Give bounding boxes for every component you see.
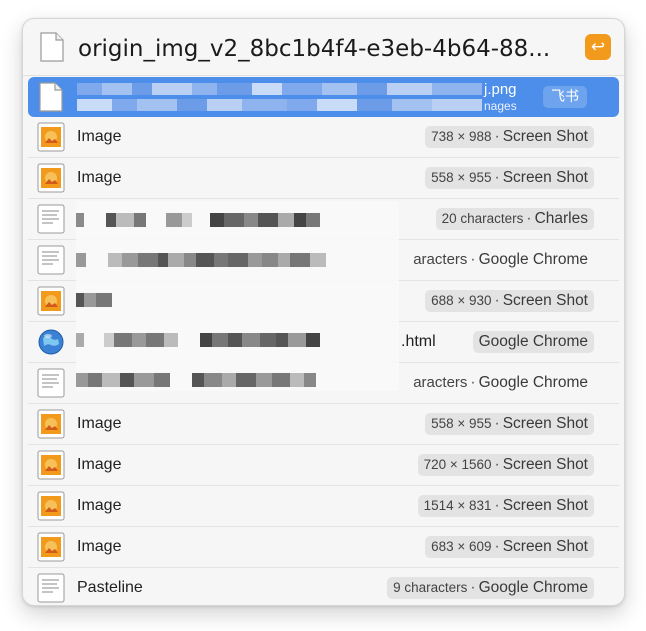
text-doc-icon [37,245,65,275]
globe-icon [37,327,65,357]
redacted-text [76,333,320,347]
redacted-text [76,253,326,267]
item-suffix: .html [401,333,436,350]
item-meta: 558 × 955 · Screen Shot [425,413,594,435]
redacted-text [77,99,482,111]
item-label: Image [77,456,122,473]
return-button[interactable]: ↩ [585,34,611,60]
item-meta: 688 × 930 · Screen Shot [425,290,594,312]
list-item[interactable]: Image 683 × 609 · Screen Shot [28,527,619,568]
item-meta: 1514 × 831 · Screen Shot [417,495,594,517]
item-meta: 683 × 609 · Screen Shot [425,536,594,558]
list-item-selected[interactable]: j.png nages 飞书 [28,77,619,117]
redacted-overlay [76,201,399,391]
clipboard-history-panel: origin_img_v2_8bc1b4f4-e3eb-4b64-88... ↩… [22,18,625,606]
item-meta: 720 × 1560 · Screen Shot [417,454,594,476]
image-icon [37,122,65,152]
image-icon [37,532,65,562]
image-icon [37,450,65,480]
list-item[interactable]: Image 558 × 955 · Screen Shot [28,158,619,199]
text-doc-icon [37,204,65,234]
item-label: Pasteline [77,579,143,596]
header: origin_img_v2_8bc1b4f4-e3eb-4b64-88... ↩ [23,19,624,76]
item-meta: 20 characters · Charles [435,208,594,230]
text-doc-icon [37,368,65,398]
document-icon [38,32,66,66]
item-meta: aracters · Google Chrome [413,251,588,268]
item-label: Image [77,415,122,432]
item-label: Image [77,497,122,514]
list-item[interactable]: Image 1514 × 831 · Screen Shot [28,486,619,527]
item-meta: Google Chrome [472,331,594,353]
redacted-text [76,293,112,307]
selected-filename: j.png [484,81,517,98]
app-badge: 飞书 [543,86,587,108]
item-meta: 558 × 955 · Screen Shot [425,167,594,189]
text-doc-icon [37,573,65,603]
image-icon [37,286,65,316]
list-item[interactable]: Image 738 × 988 · Screen Shot [28,117,619,158]
image-icon [37,163,65,193]
item-meta: aracters · Google Chrome [413,374,588,391]
item-label: Image [77,169,122,186]
image-icon [37,409,65,439]
page-title: origin_img_v2_8bc1b4f4-e3eb-4b64-88... [78,36,551,62]
item-label: Image [77,538,122,555]
image-icon [37,491,65,521]
list-item[interactable]: Pasteline 9 characters · Google Chrome [28,568,619,605]
document-icon [37,82,65,112]
selected-subtitle: nages [484,99,517,113]
redacted-text [77,83,482,95]
item-meta: 9 characters · Google Chrome [387,577,594,599]
item-meta: 738 × 988 · Screen Shot [425,126,594,148]
list-item[interactable]: Image 720 × 1560 · Screen Shot [28,445,619,486]
item-label: Image [77,128,122,145]
list-item[interactable]: Image 558 × 955 · Screen Shot [28,404,619,445]
redacted-text [76,213,320,227]
redacted-text [76,373,316,387]
